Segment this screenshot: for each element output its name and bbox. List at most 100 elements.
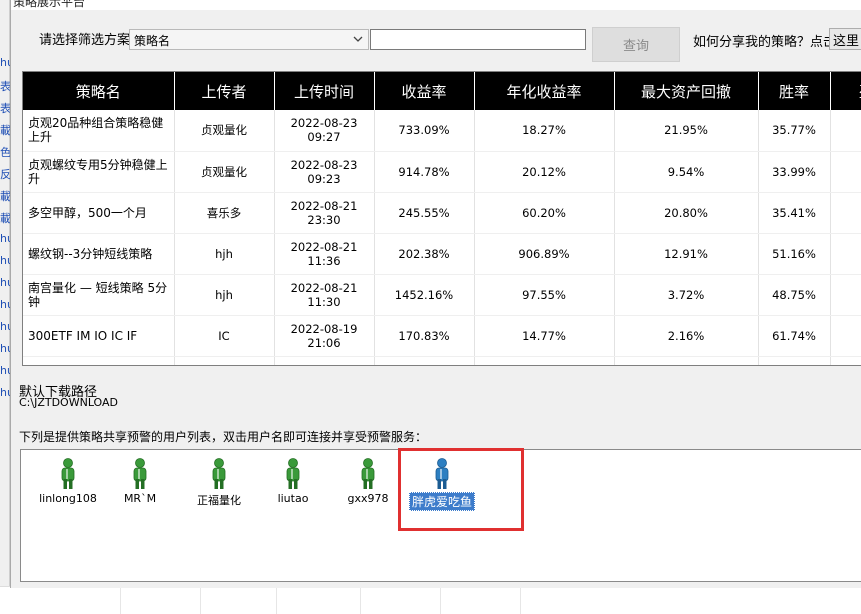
- cell-return: 733.09%: [374, 110, 475, 152]
- cell-uploader: hjh: [174, 233, 275, 275]
- user-name: 胖虎爱吃鱼: [408, 492, 475, 511]
- user-icon: [133, 458, 147, 489]
- cell-uploader: 喜乐多: [174, 192, 275, 234]
- user-name: gxx978: [347, 492, 389, 505]
- cell-return: 1452.16%: [374, 274, 475, 316]
- background-glyph: 色: [0, 146, 10, 159]
- column-header[interactable]: 胜率: [758, 72, 831, 110]
- cell-uploader: [174, 356, 275, 365]
- background-glyph: hu: [0, 254, 10, 267]
- user-name: liutao: [277, 492, 309, 505]
- cell-drawdown: [614, 356, 759, 365]
- cell-uploader: hjh: [174, 274, 275, 316]
- user-item[interactable]: MR`M: [105, 458, 175, 505]
- column-header[interactable]: 策略名: [23, 72, 175, 110]
- search-input[interactable]: [370, 29, 586, 50]
- cell-extra: [830, 315, 861, 357]
- chevron-down-icon: [353, 36, 363, 42]
- user-item[interactable]: linlong108: [33, 458, 103, 505]
- user-list-label: 下列是提供策略共享预警的用户列表，双击用户名即可连接并享受预警服务：: [19, 430, 428, 444]
- query-button[interactable]: 查询: [592, 27, 680, 62]
- filter-scheme-select[interactable]: 策略名: [129, 29, 369, 50]
- background-glyph: 載: [0, 212, 10, 225]
- cell-drawdown: 2.16%: [614, 315, 759, 357]
- cell-return: [374, 356, 475, 365]
- user-item[interactable]: 正福量化: [184, 458, 254, 508]
- column-header[interactable]: 年化收益率: [474, 72, 615, 110]
- table-row[interactable]: [23, 356, 861, 365]
- table-row[interactable]: 南宫量化 — 短线策略 5分钟 hjh 2022-08-21 11:30 1452.1…: [23, 274, 861, 316]
- user-name: linlong108: [39, 492, 97, 505]
- background-glyph: 表: [0, 102, 10, 115]
- here-button[interactable]: 这里: [829, 28, 861, 50]
- column-header[interactable]: 收益率: [374, 72, 475, 110]
- cell-drawdown: 21.95%: [614, 110, 759, 152]
- cell-annual: [474, 356, 615, 365]
- cell-time: 2022-08-21 11:30: [274, 274, 375, 316]
- cell-extra: [830, 274, 861, 316]
- cell-extra: [830, 151, 861, 193]
- background-glyph: hu: [0, 320, 10, 333]
- cell-drawdown: 20.80%: [614, 192, 759, 234]
- cell-uploader: 贞观量化: [174, 110, 275, 152]
- cell-winrate: 51.16%: [758, 233, 831, 275]
- column-header[interactable]: 上传时间: [274, 72, 375, 110]
- table-row[interactable]: 贞观20品种组合策略稳健上升 贞观量化 2022-08-23 09:27 733.09…: [23, 110, 861, 152]
- table-row[interactable]: 贞观螺纹专用5分钟稳健上升 贞观量化 2022-08-23 09:23 914.78%…: [23, 151, 861, 193]
- cell-name: 贞观螺纹专用5分钟稳健上升: [23, 151, 175, 193]
- user-list-panel: linlong108 MR`M 正福量化 liutao gxx978 胖虎爱吃鱼: [20, 448, 861, 582]
- cell-extra: [830, 233, 861, 275]
- background-glyph: 載: [0, 190, 10, 203]
- user-name: MR`M: [123, 492, 157, 505]
- cell-time: 2022-08-23 09:23: [274, 151, 375, 193]
- cell-drawdown: 12.91%: [614, 233, 759, 275]
- column-header[interactable]: 上传者: [174, 72, 275, 110]
- cell-winrate: 35.41%: [758, 192, 831, 234]
- user-item[interactable]: gxx978: [333, 458, 403, 505]
- cell-extra: [830, 192, 861, 234]
- background-glyph: hu: [0, 232, 10, 245]
- table-row[interactable]: 多空甲醇，500一个月 喜乐多 2022-08-21 23:30 245.55% 60.…: [23, 192, 861, 234]
- cell-return: 170.83%: [374, 315, 475, 357]
- cell-return: 202.38%: [374, 233, 475, 275]
- cell-time: 2022-08-19 21:06: [274, 315, 375, 357]
- cell-name: 螺纹钢--3分钟短线策略: [23, 233, 175, 275]
- share-prompt: 如何分享我的策略？点击: [693, 35, 837, 50]
- column-header[interactable]: 最大资产回撤: [614, 72, 759, 110]
- cell-name: 贞观20品种组合策略稳健上升: [23, 110, 175, 152]
- cell-time: [274, 356, 375, 365]
- user-icon: [286, 458, 300, 489]
- cell-uploader: IC: [174, 315, 275, 357]
- background-app-bottom: [0, 586, 861, 614]
- cell-return: 914.78%: [374, 151, 475, 193]
- cell-annual: 97.55%: [474, 274, 615, 316]
- cell-winrate: [758, 356, 831, 365]
- user-icon: [61, 458, 75, 489]
- cell-annual: 60.20%: [474, 192, 615, 234]
- cell-name: [23, 356, 175, 365]
- user-icon: [361, 458, 375, 489]
- cell-uploader: 贞观量化: [174, 151, 275, 193]
- table-row[interactable]: 300ETF IM IO IC IF IC 2022-08-19 21:06 170.…: [23, 315, 861, 357]
- user-name: 正福量化: [197, 494, 241, 507]
- cell-annual: 18.27%: [474, 110, 615, 152]
- background-glyph: hu: [0, 298, 10, 311]
- filter-scheme-value: 策略名: [134, 34, 171, 48]
- background-glyph: hu: [0, 56, 10, 69]
- strategy-table[interactable]: 策略名上传者上传时间收益率年化收益率最大资产回撤胜率盈 贞观20品种组合策略稳健…: [22, 71, 861, 366]
- table-row[interactable]: 螺纹钢--3分钟短线策略 hjh 2022-08-21 11:36 202.38% 90…: [23, 233, 861, 275]
- cell-winrate: 61.74%: [758, 315, 831, 357]
- cell-time: 2022-08-21 23:30: [274, 192, 375, 234]
- user-item[interactable]: 胖虎爱吃鱼: [407, 458, 477, 511]
- cell-extra: [830, 356, 861, 365]
- background-glyph: hu: [0, 364, 10, 377]
- filter-label: 请选择筛选方案: [39, 33, 131, 48]
- cell-annual: 906.89%: [474, 233, 615, 275]
- cell-name: 南宫量化 — 短线策略 5分钟: [23, 274, 175, 316]
- background-glyph: 載: [0, 124, 10, 137]
- title-bar: 策略展示平台: [11, 0, 861, 10]
- user-item[interactable]: liutao: [258, 458, 328, 505]
- cell-name: 300ETF IM IO IC IF: [23, 315, 175, 357]
- column-header[interactable]: 盈: [830, 72, 861, 110]
- cell-winrate: 33.99%: [758, 151, 831, 193]
